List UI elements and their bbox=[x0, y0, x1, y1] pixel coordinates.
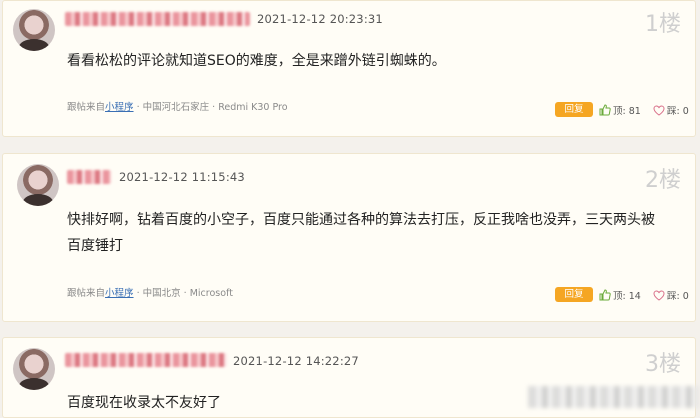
comment-card: 2021-12-12 11:15:43 2楼 快排好啊，钻着百度的小空子，百度只… bbox=[2, 153, 696, 322]
heart-icon bbox=[653, 289, 665, 301]
comment-content: 百度现在收录太不友好了 bbox=[67, 390, 221, 416]
username-blurred[interactable] bbox=[67, 170, 111, 184]
comment-line: 快排好啊，钻着百度的小空子，百度只能通过各种的算法去打压，反正我啥也没弄，三天两… bbox=[67, 212, 655, 228]
comment-card: 2021-12-12 20:23:31 1楼 看看松松的评论就知道SEO的难度，… bbox=[2, 0, 696, 137]
downvote-button[interactable]: 踩: 0 bbox=[653, 103, 689, 117]
comment-line: 看看松松的评论就知道SEO的难度，全是来蹭外链引蜘蛛的。 bbox=[67, 53, 446, 69]
avatar[interactable] bbox=[13, 9, 55, 51]
downvote-count: 踩: 0 bbox=[667, 291, 689, 302]
meta-prefix: 跟帖来自 bbox=[67, 288, 106, 299]
floor-number: 3楼 bbox=[645, 352, 681, 377]
comment-content: 看看松松的评论就知道SEO的难度，全是来蹭外链引蜘蛛的。 bbox=[67, 48, 446, 74]
comment-timestamp: 2021-12-12 14:22:27 bbox=[233, 354, 359, 368]
reply-button[interactable]: 回复 bbox=[555, 102, 593, 117]
floor-number: 1楼 bbox=[645, 12, 681, 37]
meta-prefix: 跟帖来自 bbox=[67, 102, 106, 113]
thumb-up-icon bbox=[599, 104, 611, 116]
meta-location: · 中国河北石家庄 · bbox=[136, 102, 216, 113]
username-blurred[interactable] bbox=[65, 353, 227, 367]
source-link[interactable]: 小程序 bbox=[105, 288, 134, 299]
source-link[interactable]: 小程序 bbox=[105, 102, 134, 113]
reply-button[interactable]: 回复 bbox=[555, 287, 593, 302]
meta-device: Microsoft bbox=[189, 288, 233, 299]
comment-meta: 跟帖来自小程序 · 中国河北石家庄 · Redmi K30 Pro bbox=[67, 99, 288, 113]
heart-icon bbox=[653, 104, 665, 116]
downvote-count: 踩: 0 bbox=[667, 106, 689, 117]
comment-timestamp: 2021-12-12 11:15:43 bbox=[119, 170, 245, 184]
meta-device: Redmi K30 Pro bbox=[218, 102, 288, 113]
username-blurred[interactable] bbox=[65, 12, 250, 26]
upvote-button[interactable]: 顶: 81 bbox=[599, 103, 641, 117]
upvote-count: 顶: 14 bbox=[613, 291, 641, 302]
downvote-button[interactable]: 踩: 0 bbox=[653, 288, 689, 302]
floor-number: 2楼 bbox=[645, 168, 681, 193]
comment-line: 百度锤打 bbox=[67, 238, 123, 254]
comment-content: 快排好啊，钻着百度的小空子，百度只能通过各种的算法去打压，反正我啥也没弄，三天两… bbox=[67, 207, 655, 259]
comment-timestamp: 2021-12-12 20:23:31 bbox=[257, 12, 383, 26]
comment-line: 百度现在收录太不友好了 bbox=[67, 395, 221, 411]
thumb-up-icon bbox=[599, 289, 611, 301]
upvote-button[interactable]: 顶: 14 bbox=[599, 288, 641, 302]
avatar[interactable] bbox=[13, 348, 55, 390]
avatar[interactable] bbox=[17, 164, 59, 206]
meta-location: · 中国北京 · bbox=[136, 288, 187, 299]
upvote-count: 顶: 81 bbox=[613, 106, 641, 117]
blurred-watermark bbox=[528, 386, 698, 408]
comment-meta: 跟帖来自小程序 · 中国北京 · Microsoft bbox=[67, 285, 233, 299]
